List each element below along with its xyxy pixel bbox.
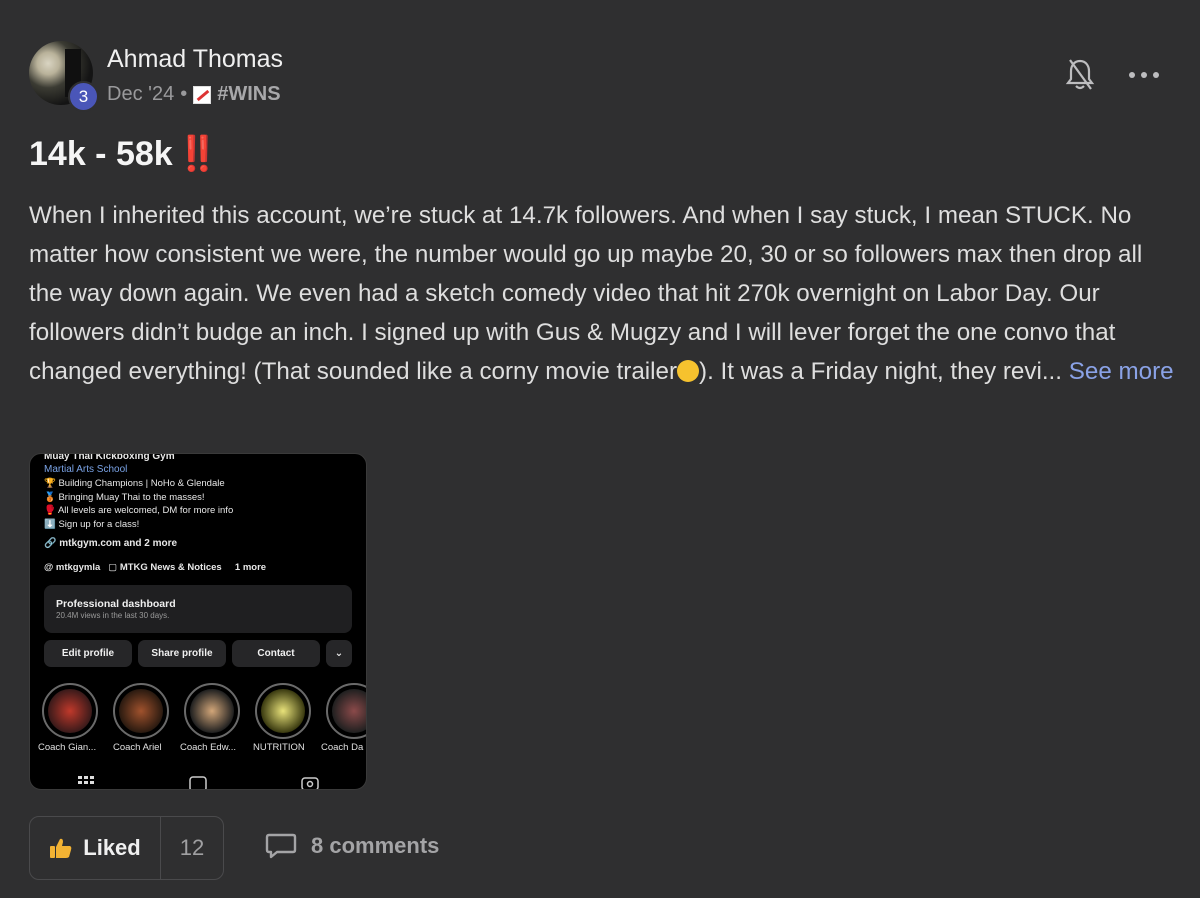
laughing-emoji-icon	[677, 360, 700, 382]
comment-icon	[265, 833, 297, 859]
highlight-circle	[326, 683, 366, 739]
bio-line: 🥊 All levels are welcomed, DM for more i…	[44, 505, 234, 516]
bio-line: 🏆 Building Champions | NoHo & Glendale	[44, 478, 225, 489]
bell-off-icon[interactable]	[1065, 57, 1095, 93]
post-header: 3 Ahmad Thomas Dec '24 • #WINS	[29, 41, 1169, 112]
professional-dashboard: Professional dashboard 20.4M views in th…	[44, 585, 352, 633]
profile-link: 🔗 mtkgym.com and 2 more	[44, 538, 178, 549]
post-title: 14k - 58k ‼️	[29, 134, 219, 174]
comments-button[interactable]: 8 comments	[265, 832, 439, 860]
highlight-label: Coach Edw...	[180, 742, 236, 753]
comments-label: 8 comments	[311, 833, 440, 858]
contact-button: Contact	[232, 640, 320, 667]
attachment-image[interactable]: Muay Thai Kickboxing Gym Martial Arts Sc…	[29, 453, 367, 790]
highlight-label: Coach Gian...	[38, 742, 97, 753]
level-badge: 3	[68, 81, 99, 112]
post-category[interactable]: #WINS	[217, 83, 280, 106]
highlight-label: Coach Da	[321, 742, 364, 753]
chevron-down-icon: ⌄	[326, 640, 352, 667]
dashboard-title: Professional dashboard	[56, 598, 176, 610]
thumbs-up-icon	[50, 838, 72, 858]
share-profile-button: Share profile	[138, 640, 226, 667]
see-more-link[interactable]: See more	[1069, 358, 1174, 385]
post-body: When I inherited this account, we’re stu…	[29, 196, 1174, 391]
highlight-circle	[255, 683, 311, 739]
highlight-label: Coach Ariel	[113, 742, 162, 753]
threads-handle: mtkgymla	[55, 562, 101, 573]
highlight-circle	[42, 683, 98, 739]
like-count[interactable]: 12	[161, 817, 223, 879]
like-label: Liked	[83, 835, 141, 860]
profile-subtitle: Muay Thai Kickboxing Gym	[44, 453, 175, 462]
post-title-text: 14k - 58k	[29, 135, 173, 173]
channel-name: MTKG News & Notices	[119, 562, 222, 573]
author-name[interactable]: Ahmad Thomas	[107, 45, 283, 74]
bio-line: 🥉 Bringing Muay Thai to the masses!	[44, 492, 205, 503]
grid-icon	[78, 776, 94, 784]
more-options-icon[interactable]	[1129, 63, 1159, 87]
like-group: Liked 12	[29, 816, 224, 880]
edit-profile-button: Edit profile	[44, 640, 132, 667]
highlight-circle	[184, 683, 240, 739]
meta-separator: •	[180, 83, 188, 105]
profile-category: Martial Arts School	[44, 464, 128, 475]
highlight-circle	[113, 683, 169, 739]
double-exclamation-icon: ‼️	[176, 135, 220, 173]
post-body-text-end: ). It was a Friday night, they revi...	[699, 358, 1062, 385]
chart-increasing-icon	[193, 85, 212, 104]
dashboard-subtitle: 20.4M views in the last 30 days.	[56, 611, 170, 620]
bio-line: ⬇️ Sign up for a class!	[44, 519, 140, 530]
reels-icon	[189, 776, 207, 789]
post-date: Dec '24	[107, 83, 175, 105]
profile-link-text: mtkgym.com and 2 more	[59, 538, 178, 549]
highlight-label: NUTRITION	[253, 742, 305, 753]
like-button[interactable]: Liked	[30, 817, 161, 879]
threads-row: @ mtkgymla ▢ MTKG News & Notices 1 more	[44, 562, 267, 573]
tagged-icon	[301, 777, 319, 789]
post-meta: Dec '24 • #WINS	[107, 83, 281, 106]
channel-more: 1 more	[234, 562, 267, 573]
